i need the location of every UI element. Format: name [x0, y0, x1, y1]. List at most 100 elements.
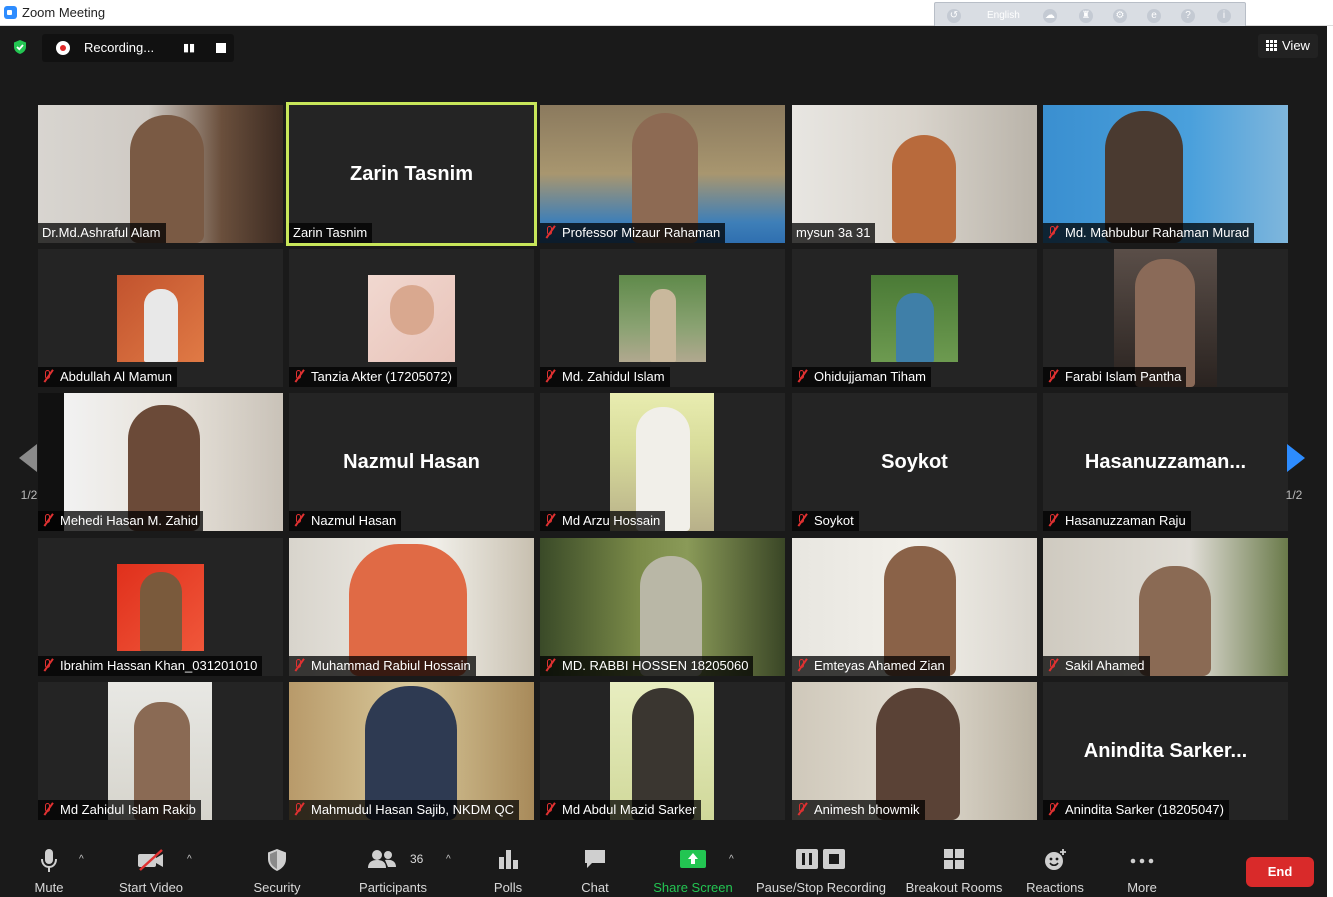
recording-indicator: Recording... ▮▮	[42, 34, 234, 62]
security-button[interactable]: Security	[246, 838, 308, 897]
participant-name: Ohidujjaman Tiham	[792, 367, 931, 387]
window-edge	[1327, 26, 1333, 897]
breakout-rooms-button[interactable]: Breakout Rooms	[900, 838, 1008, 897]
mic-muted-icon	[1047, 802, 1059, 816]
polls-button[interactable]: Polls	[486, 838, 530, 897]
mic-muted-icon	[1047, 225, 1059, 239]
pause-recording-button[interactable]: ▮▮	[178, 41, 200, 55]
gear-icon[interactable]: ⚙	[1113, 9, 1127, 23]
mic-muted-icon	[42, 658, 54, 672]
pause-stop-recording-button[interactable]: Pause/Stop Recording	[752, 838, 890, 897]
arrow-right-icon	[1287, 444, 1305, 472]
participant-silhouette	[144, 289, 178, 362]
dictionary-icon[interactable]: ↺	[947, 9, 961, 23]
participant-name: Md Zahidul Islam Rakib	[38, 800, 201, 820]
start-video-button[interactable]: Start Video	[110, 838, 192, 897]
page-indicator-left: 1/2	[20, 488, 38, 502]
stop-recording-button[interactable]	[216, 43, 226, 53]
participant-tile-active-speaker[interactable]: Zarin Tasnim Zarin Tasnim	[286, 102, 537, 246]
more-button[interactable]: More	[1118, 838, 1166, 897]
video-options-caret[interactable]: ^	[187, 854, 195, 865]
share-screen-icon	[680, 850, 706, 868]
participant-silhouette	[390, 285, 434, 335]
previous-page-button[interactable]: 1/2	[16, 414, 42, 510]
participant-tile[interactable]: Md Zahidul Islam Rakib	[38, 682, 283, 820]
mic-muted-icon	[293, 369, 305, 383]
mic-muted-icon	[544, 802, 556, 816]
grid-view-icon	[1266, 40, 1277, 51]
participant-tile[interactable]: mysun 3a 31	[792, 105, 1037, 243]
audio-options-caret[interactable]: ^	[79, 854, 87, 865]
participant-tile[interactable]: Ohidujjaman Tiham	[792, 249, 1037, 387]
participant-name: Mehedi Hasan M. Zahid	[38, 511, 204, 531]
participant-name: mysun 3a 31	[792, 223, 876, 243]
info-icon[interactable]: i	[1217, 9, 1231, 23]
participant-tile[interactable]: Emteyas Ahamed Zian	[792, 538, 1037, 676]
mic-muted-icon	[544, 369, 556, 383]
participant-tile[interactable]: Hasanuzzaman... Hasanuzzaman Raju	[1043, 393, 1288, 531]
participant-tile[interactable]: Md. Mahbubur Rahaman Murad	[1043, 105, 1288, 243]
shield-check-icon[interactable]	[12, 39, 28, 55]
participant-tile[interactable]: Md Abdul Mazid Sarker	[540, 682, 785, 820]
browser-icon[interactable]: e	[1147, 9, 1161, 23]
participant-tile[interactable]: Muhammad Rabiul Hossain	[289, 538, 534, 676]
security-label: Security	[253, 880, 301, 895]
chat-button[interactable]: Chat	[573, 838, 617, 897]
next-page-button[interactable]: 1/2	[1281, 414, 1307, 510]
view-label: View	[1282, 38, 1310, 53]
participant-name: Md Abdul Mazid Sarker	[540, 800, 702, 820]
chat-label: Chat	[581, 880, 609, 895]
participant-silhouette	[1139, 566, 1211, 676]
end-meeting-button[interactable]: End	[1246, 857, 1314, 887]
participant-name: Hasanuzzaman Raju	[1043, 511, 1191, 531]
participant-tile[interactable]: Md Arzu Hossain	[540, 393, 785, 531]
page-indicator-right: 1/2	[1285, 488, 1303, 502]
participant-tile[interactable]: Soykot Soykot	[792, 393, 1037, 531]
participant-name: Ibrahim Hassan Khan_031201010	[38, 656, 263, 676]
participant-tile[interactable]: MD. RABBI HOSSEN 18205060	[540, 538, 785, 676]
participant-tile[interactable]: Animesh bhowmik	[792, 682, 1037, 820]
pin-icon[interactable]: ♜	[1079, 9, 1093, 23]
participant-tile[interactable]: Dr.Md.Ashraful Alam	[38, 105, 283, 243]
participant-tile[interactable]: Anindita Sarker... Anindita Sarker (1820…	[1043, 682, 1288, 820]
window-title: Zoom Meeting	[22, 5, 106, 20]
mic-muted-icon	[293, 513, 305, 527]
participant-name: Professor Mizaur Rahaman	[540, 223, 726, 243]
participant-tile[interactable]: Professor Mizaur Rahaman	[540, 105, 785, 243]
participant-name: Soykot	[792, 511, 859, 531]
mute-label: Mute	[34, 880, 64, 895]
reactions-button[interactable]: Reactions	[1022, 838, 1088, 897]
start-video-label: Start Video	[118, 880, 184, 895]
participant-name: Animesh bhowmik	[792, 800, 925, 820]
participant-tile[interactable]: Farabi Islam Pantha	[1043, 249, 1288, 387]
cloud-icon[interactable]: ☁	[1043, 9, 1057, 23]
participant-name: Muhammad Rabiul Hossain	[289, 656, 476, 676]
more-label: More	[1127, 880, 1157, 895]
participant-tile[interactable]: Nazmul Hasan Nazmul Hasan	[289, 393, 534, 531]
share-options-caret[interactable]: ^	[729, 854, 737, 865]
view-button[interactable]: View	[1258, 34, 1318, 58]
mic-muted-icon	[293, 658, 305, 672]
share-screen-button[interactable]: Share Screen	[650, 838, 736, 897]
pause-stop-recording-label: Pause/Stop Recording	[755, 880, 887, 895]
breakout-rooms-label: Breakout Rooms	[905, 880, 1003, 895]
participants-options-caret[interactable]: ^	[446, 854, 454, 865]
mute-button[interactable]: Mute	[22, 838, 76, 897]
participant-tile[interactable]: Md. Zahidul Islam	[540, 249, 785, 387]
participant-tile[interactable]: Mahmudul Hasan Sajib, NKDM QC	[289, 682, 534, 820]
participant-tile[interactable]: Tanzia Akter (17205072)	[289, 249, 534, 387]
help-icon[interactable]: ?	[1181, 9, 1195, 23]
microphone-icon	[41, 849, 57, 872]
participants-label: Participants	[359, 880, 427, 895]
participant-tile[interactable]: Ibrahim Hassan Khan_031201010	[38, 538, 283, 676]
chat-icon	[585, 850, 605, 868]
mic-muted-icon	[42, 802, 54, 816]
participants-button[interactable]: 36 Participants	[352, 838, 434, 897]
mic-muted-icon	[42, 513, 54, 527]
breakout-rooms-icon	[944, 849, 964, 869]
participant-tile[interactable]: Abdullah Al Mamun	[38, 249, 283, 387]
translator-language[interactable]: English	[987, 10, 1020, 21]
participant-tile[interactable]: Mehedi Hasan M. Zahid	[38, 393, 283, 531]
participant-tile[interactable]: Sakil Ahamed	[1043, 538, 1288, 676]
participant-name: Abdullah Al Mamun	[38, 367, 178, 387]
